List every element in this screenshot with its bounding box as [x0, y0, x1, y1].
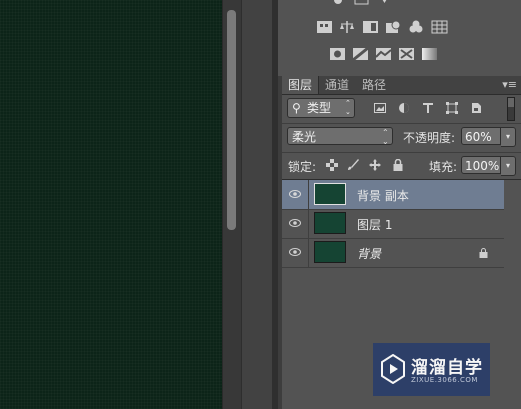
- channel-mixer-icon[interactable]: [408, 20, 425, 34]
- layer-name[interactable]: 背景 副本: [357, 187, 409, 204]
- layer-row-background-copy[interactable]: 背景 副本: [282, 180, 504, 210]
- opacity-field[interactable]: 60%: [461, 127, 501, 145]
- hue-saturation-icon[interactable]: [316, 20, 333, 34]
- lock-row: 锁定: 填充: 100% ▾: [282, 153, 521, 180]
- document-canvas[interactable]: [0, 0, 222, 409]
- panel-tab-bar: 图层 通道 路径 ▾≡: [282, 76, 521, 95]
- lock-transparent-pixels-icon[interactable]: [326, 159, 338, 171]
- threshold-icon[interactable]: [375, 47, 392, 61]
- color-balance-icon[interactable]: [339, 20, 356, 34]
- visibility-eye-icon[interactable]: [289, 217, 301, 229]
- type-layer-filter-icon[interactable]: [422, 102, 434, 114]
- layer-row-background[interactable]: 背景: [282, 238, 504, 268]
- layer-filter-row: ⚲ 类型 ⌃⌄: [282, 95, 521, 124]
- vibrance-icon[interactable]: [376, 0, 393, 8]
- layer-thumbnail[interactable]: [314, 183, 346, 205]
- search-icon: ⚲: [292, 101, 301, 115]
- color-lookup-icon[interactable]: [431, 20, 448, 34]
- layer-name[interactable]: 图层 1: [357, 216, 392, 233]
- blend-row: 柔光 ⌃⌄ 不透明度: 60% ▾: [282, 124, 521, 153]
- lock-all-icon[interactable]: [392, 158, 404, 171]
- filter-kind-select[interactable]: ⚲ 类型 ⌃⌄: [287, 98, 355, 118]
- photo-filter-icon[interactable]: [385, 20, 402, 34]
- black-white-icon[interactable]: [362, 20, 379, 34]
- adjustments-panel: [278, 0, 521, 76]
- row-divider: [308, 238, 309, 267]
- opacity-label: 不透明度:: [403, 131, 456, 145]
- panel-dock-gap: [241, 0, 272, 409]
- shape-layer-filter-icon[interactable]: [446, 102, 458, 114]
- layer-thumbnail[interactable]: [314, 241, 346, 263]
- brightness-contrast-icon[interactable]: [330, 0, 347, 8]
- panel-menu-icon[interactable]: ▾≡: [502, 78, 517, 91]
- lock-label: 锁定:: [288, 160, 317, 174]
- layer-row-layer-1[interactable]: 图层 1: [282, 209, 504, 239]
- scrollbar-thumb[interactable]: [227, 10, 236, 230]
- select-arrows-icon: ⌃⌄: [345, 99, 351, 116]
- gradient-map-icon[interactable]: [421, 47, 438, 61]
- watermark-url: ZIXUE.3066.COM: [411, 376, 478, 384]
- filter-toggle-switch[interactable]: [507, 97, 515, 121]
- visibility-eye-icon[interactable]: [289, 188, 301, 200]
- selective-color-icon[interactable]: [398, 47, 415, 61]
- canvas-vertical-scrollbar[interactable]: [222, 0, 241, 409]
- row-divider: [308, 209, 309, 238]
- layer-thumbnail[interactable]: [314, 212, 346, 234]
- row-divider: [308, 180, 309, 209]
- layer-name[interactable]: 背景: [357, 245, 381, 262]
- levels-icon[interactable]: [353, 0, 370, 8]
- tab-paths[interactable]: 路径: [356, 76, 392, 94]
- filter-kind-label: 类型: [307, 101, 332, 115]
- watermark-title: 溜溜自学: [411, 358, 483, 378]
- watermark-logo: 溜溜自学 ZIXUE.3066.COM: [373, 343, 490, 396]
- tab-layers[interactable]: 图层: [282, 76, 320, 94]
- opacity-dropdown-button[interactable]: ▾: [501, 127, 516, 147]
- tab-channels[interactable]: 通道: [319, 76, 355, 94]
- fill-dropdown-button[interactable]: ▾: [501, 156, 516, 176]
- lock-position-icon[interactable]: [369, 159, 381, 171]
- lock-image-pixels-icon[interactable]: [347, 159, 359, 171]
- blend-mode-value: 柔光: [292, 130, 317, 144]
- fill-field[interactable]: 100%: [461, 156, 501, 174]
- select-arrows-icon: ⌃⌄: [382, 128, 389, 146]
- layer-lock-icon: [479, 247, 488, 258]
- invert-icon[interactable]: [329, 47, 346, 61]
- fill-label: 填充:: [429, 160, 458, 174]
- smart-object-filter-icon[interactable]: [470, 102, 482, 114]
- pixel-layer-filter-icon[interactable]: [374, 102, 386, 114]
- visibility-eye-icon[interactable]: [289, 246, 301, 258]
- play-logo-icon: [381, 353, 405, 385]
- posterize-icon[interactable]: [352, 46, 369, 62]
- blend-mode-select[interactable]: 柔光 ⌃⌄: [287, 127, 393, 146]
- adjustment-layer-filter-icon[interactable]: [398, 102, 410, 114]
